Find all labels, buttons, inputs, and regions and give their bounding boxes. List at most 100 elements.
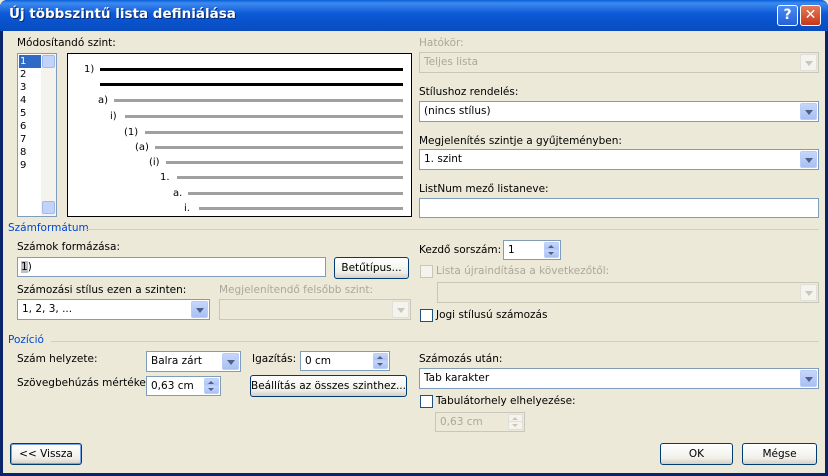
chevron-down-icon[interactable] bbox=[800, 103, 817, 120]
number-format-suffix: ) bbox=[27, 261, 32, 273]
level-item-5[interactable]: 5 bbox=[19, 107, 41, 120]
help-button[interactable]: ? bbox=[777, 5, 798, 26]
back-button[interactable]: << Vissza bbox=[10, 443, 82, 465]
start-at-value: 1 bbox=[508, 244, 515, 256]
level-item-4[interactable]: 4 bbox=[19, 94, 41, 107]
start-at-spinner[interactable]: 1 bbox=[503, 240, 561, 260]
gallery-level-dropdown[interactable]: 1. szint bbox=[419, 149, 819, 170]
level-item-3[interactable]: 3 bbox=[19, 81, 41, 94]
legal-numbering-label: Jogi stílusú számozás bbox=[436, 309, 548, 321]
preview-line bbox=[199, 207, 403, 210]
dialog-body: Módosítandó szint: 1 2 3 4 5 6 7 8 9 1) … bbox=[3, 31, 825, 473]
preview-label-2: a) bbox=[98, 95, 109, 106]
chevron-down-icon[interactable] bbox=[800, 151, 817, 168]
preview-label-3: i) bbox=[110, 111, 117, 122]
include-level-label: Megjelenítendő felsőbb szint: bbox=[219, 284, 374, 296]
add-tab-stop-checkbox[interactable] bbox=[420, 395, 433, 408]
cancel-button[interactable]: Mégse bbox=[742, 443, 817, 465]
aligned-at-value: 0 cm bbox=[305, 355, 332, 367]
preview-line bbox=[177, 176, 403, 179]
scope-dropdown[interactable]: Teljes lista bbox=[419, 52, 819, 73]
number-format-input[interactable]: 1) bbox=[17, 257, 326, 277]
gallery-level-value: 1. szint bbox=[424, 153, 463, 165]
level-item-9[interactable]: 9 bbox=[19, 159, 41, 172]
format-label: Számok formázása: bbox=[17, 241, 120, 253]
number-format-field-code: 1 bbox=[21, 261, 28, 273]
include-level-dropdown[interactable] bbox=[219, 299, 411, 320]
preview-line bbox=[100, 83, 403, 86]
aligned-at-label: Igazítás: bbox=[252, 353, 297, 365]
spinner-arrows-icon[interactable] bbox=[508, 414, 523, 430]
preview-line bbox=[188, 192, 403, 195]
alignment-dropdown[interactable]: Balra zárt bbox=[146, 351, 241, 372]
spinner-arrows-icon[interactable] bbox=[373, 353, 388, 369]
preview-line bbox=[100, 68, 403, 71]
restart-after-dropdown[interactable] bbox=[437, 282, 819, 303]
numbering-style-value: 1, 2, 3, ... bbox=[22, 303, 73, 315]
spinner-arrows-icon[interactable] bbox=[544, 242, 559, 258]
tab-stop-value: 0,63 cm bbox=[440, 416, 483, 428]
preview-label-5: (a) bbox=[135, 142, 149, 153]
tab-stop-spinner[interactable]: 0,63 cm bbox=[435, 412, 525, 432]
preview-line bbox=[155, 146, 403, 149]
font-button[interactable]: Betűtípus... bbox=[334, 257, 409, 279]
listnum-input[interactable] bbox=[419, 198, 819, 218]
level-item-6[interactable]: 6 bbox=[19, 120, 41, 133]
restart-list-label: Lista újraindítása a következőtől: bbox=[436, 265, 610, 277]
title-bar: Új többszintű lista definiálása ? ✕ bbox=[0, 0, 828, 31]
chevron-down-icon[interactable] bbox=[392, 301, 409, 318]
spinner-arrows-icon[interactable] bbox=[204, 378, 219, 394]
add-tab-stop-label: Tabulátorhely elhelyezése: bbox=[436, 395, 576, 407]
preview-line bbox=[125, 115, 403, 118]
preview-label-8: a. bbox=[173, 188, 183, 199]
number-format-group-title: Számformátum bbox=[8, 222, 89, 234]
legal-numbering-checkbox[interactable] bbox=[420, 309, 433, 322]
start-at-label: Kezdő sorszám: bbox=[419, 244, 502, 256]
level-listbox[interactable]: 1 2 3 4 5 6 7 8 9 bbox=[17, 53, 57, 217]
numbering-style-label: Számozási stílus ezen a szinten: bbox=[17, 284, 187, 296]
link-style-dropdown[interactable]: (nincs stílus) bbox=[419, 101, 819, 122]
level-item-7[interactable]: 7 bbox=[19, 133, 41, 146]
preview-line bbox=[114, 99, 403, 102]
list-preview: 1) a) i) (1) (a) (i) 1. a. i. bbox=[67, 53, 412, 217]
preview-label-7: 1. bbox=[160, 172, 170, 183]
indent-value: 0,63 cm bbox=[151, 380, 194, 392]
level-item-8[interactable]: 8 bbox=[19, 146, 41, 159]
aligned-at-spinner[interactable]: 0 cm bbox=[300, 351, 390, 371]
dialog-title: Új többszintű lista definiálása bbox=[9, 6, 236, 22]
dialog-window: Új többszintű lista definiálása ? ✕ Módo… bbox=[0, 0, 828, 476]
level-label: Módosítandó szint: bbox=[17, 37, 116, 49]
follow-number-value: Tab karakter bbox=[424, 372, 490, 384]
preview-label-9: i. bbox=[184, 203, 190, 214]
preview-label-4: (1) bbox=[124, 127, 139, 138]
follow-number-dropdown[interactable]: Tab karakter bbox=[419, 368, 819, 389]
close-button[interactable]: ✕ bbox=[800, 5, 821, 26]
number-format-value: 1) bbox=[21, 261, 32, 273]
restart-list-checkbox[interactable] bbox=[420, 265, 433, 278]
alignment-value: Balra zárt bbox=[151, 355, 203, 367]
gallery-level-label: Megjelenítés szintje a gyűjteményben: bbox=[419, 135, 622, 147]
scope-value: Teljes lista bbox=[424, 56, 479, 68]
scroll-down-icon[interactable] bbox=[42, 201, 55, 214]
scope-label: Hatókör: bbox=[419, 37, 464, 49]
ok-button[interactable]: OK bbox=[660, 443, 733, 465]
numbering-style-dropdown[interactable]: 1, 2, 3, ... bbox=[17, 299, 210, 320]
level-item-1[interactable]: 1 bbox=[19, 55, 41, 68]
chevron-down-icon[interactable] bbox=[222, 353, 239, 370]
link-style-value: (nincs stílus) bbox=[424, 105, 491, 117]
listnum-label: ListNum mező listaneve: bbox=[419, 183, 549, 195]
scroll-up-icon[interactable] bbox=[42, 55, 55, 68]
group-divider bbox=[51, 341, 819, 342]
level-item-2[interactable]: 2 bbox=[19, 68, 41, 81]
preview-label-6: (i) bbox=[149, 157, 160, 168]
position-group-title: Pozíció bbox=[8, 334, 44, 346]
level-scrollbar[interactable] bbox=[41, 54, 56, 216]
chevron-down-icon[interactable] bbox=[800, 370, 817, 387]
preview-label-1: 1) bbox=[84, 64, 95, 75]
preview-line bbox=[145, 131, 403, 134]
set-all-levels-button[interactable]: Beállítás az összes szinthez... bbox=[250, 375, 407, 397]
indent-spinner[interactable]: 0,63 cm bbox=[146, 376, 221, 396]
chevron-down-icon[interactable] bbox=[800, 54, 817, 71]
chevron-down-icon[interactable] bbox=[800, 284, 817, 301]
chevron-down-icon[interactable] bbox=[191, 301, 208, 318]
